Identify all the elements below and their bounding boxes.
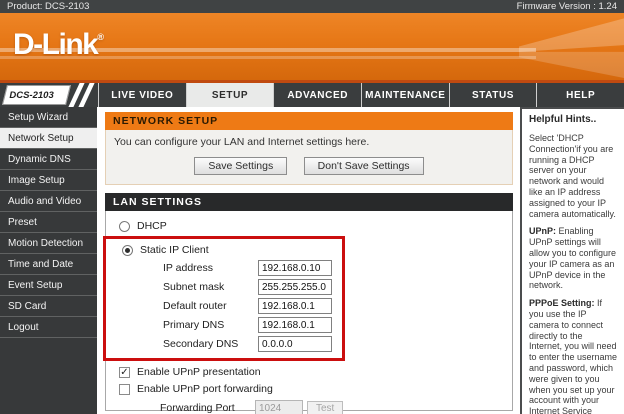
upnp-port-forwarding-checkbox-icon[interactable] [119,384,130,395]
test-button[interactable]: Test [307,401,343,414]
subnet-mask-label: Subnet mask [163,281,258,293]
forwarding-port-field[interactable] [255,400,303,414]
network-setup-section: NETWORK SETUP You can configure your LAN… [105,112,513,185]
static-ip-highlight-box: Static IP Client IP address Subnet mask … [103,236,345,361]
settings-buttons: Save Settings Don't Save Settings [114,156,504,175]
tab-help[interactable]: HELP [536,83,624,107]
primary-dns-label: Primary DNS [163,319,258,331]
sidebar-item-audio-and-video[interactable]: Audio and Video [0,191,97,212]
static-ip-label: Static IP Client [140,244,209,256]
hints-title: Helpful Hints.. [529,114,618,126]
sidebar-item-sd-card[interactable]: SD Card [0,296,97,317]
tab-maintenance[interactable]: MAINTENANCE [361,83,449,107]
upnp-presentation-label: Enable UPnP presentation [137,366,261,378]
sidebar-item-setup-wizard[interactable]: Setup Wizard [0,107,97,128]
subnet-mask-row: Subnet mask [163,279,342,295]
sidebar-menu: Setup Wizard Network Setup Dynamic DNS I… [0,107,97,414]
static-ip-radio-icon[interactable] [122,245,133,256]
lan-settings-section: LAN SETTINGS DHCP Static IP Client IP ad… [105,193,513,411]
secondary-dns-row: Secondary DNS [163,336,342,352]
dlink-logo: D-Link® [13,28,104,62]
primary-dns-row: Primary DNS [163,317,342,333]
forwarding-port-label: Forwarding Port [160,402,255,414]
default-router-row: Default router [163,298,342,314]
sidebar-item-logout[interactable]: Logout [0,317,97,338]
helpful-hints-panel: Helpful Hints.. Select 'DHCP Connection'… [520,107,624,414]
main-content: NETWORK SETUP You can configure your LAN… [97,107,520,414]
top-status-bar: Product: DCS-2103 Firmware Version : 1.2… [0,0,624,13]
network-setup-title: NETWORK SETUP [105,112,513,130]
sidebar-item-network-setup[interactable]: Network Setup [0,128,97,149]
dont-save-settings-button[interactable]: Don't Save Settings [304,157,424,175]
dhcp-radio-icon[interactable] [119,221,130,232]
ip-address-field[interactable] [258,260,332,276]
dhcp-label: DHCP [137,220,167,232]
static-ip-option[interactable]: Static IP Client [122,244,342,256]
upnp-port-forwarding-option[interactable]: Enable UPnP port forwarding [119,383,506,395]
sidebar-item-motion-detection[interactable]: Motion Detection [0,233,97,254]
forwarding-port-row: Forwarding Port Test [160,400,506,414]
primary-dns-field[interactable] [258,317,332,333]
secondary-dns-field[interactable] [258,336,332,352]
firmware-label: Firmware Version : 1.24 [517,1,617,12]
upnp-port-forwarding-label: Enable UPnP port forwarding [137,383,273,395]
tab-live-video[interactable]: LIVE VIDEO [98,83,186,107]
main-nav: DCS-2103 LIVE VIDEO SETUP ADVANCED MAINT… [0,83,624,107]
secondary-dns-label: Secondary DNS [163,338,258,350]
model-badge: DCS-2103 [2,85,71,105]
banner-wedges [519,13,624,80]
dhcp-option[interactable]: DHCP [119,220,506,232]
network-setup-description: You can configure your LAN and Internet … [114,136,504,148]
sidebar-item-image-setup[interactable]: Image Setup [0,170,97,191]
lan-settings-title: LAN SETTINGS [105,193,513,211]
tab-setup[interactable]: SETUP [186,83,274,107]
default-router-field[interactable] [258,298,332,314]
hints-paragraph-upnp: UPnP: Enabling UPnP settings will allow … [529,226,618,291]
network-setup-body: You can configure your LAN and Internet … [105,130,513,185]
default-router-label: Default router [163,300,258,312]
hints-paragraph-pppoe: PPPoE Setting: If you use the IP camera … [529,298,618,414]
product-label: Product: DCS-2103 [7,1,89,12]
ip-address-label: IP address [163,262,258,274]
tab-status[interactable]: STATUS [449,83,537,107]
hints-pppoe-lead: PPPoE Setting: [529,298,595,308]
save-settings-button[interactable]: Save Settings [194,157,287,175]
nav-slashes-icon [74,83,94,107]
tab-advanced[interactable]: ADVANCED [273,83,361,107]
brand-banner: D-Link® [0,13,624,80]
sidebar-item-dynamic-dns[interactable]: Dynamic DNS [0,149,97,170]
upnp-presentation-checkbox-icon[interactable]: ✓ [119,367,130,378]
ip-address-row: IP address [163,260,342,276]
app-window: Product: DCS-2103 Firmware Version : 1.2… [0,0,624,414]
hints-upnp-lead: UPnP: [529,226,556,236]
registered-mark: ® [97,32,104,42]
subnet-mask-field[interactable] [258,279,332,295]
sidebar-item-time-and-date[interactable]: Time and Date [0,254,97,275]
sidebar-item-preset[interactable]: Preset [0,212,97,233]
hints-paragraph-dhcp: Select 'DHCP Connection'if you are runni… [529,133,618,219]
nav-tabs: LIVE VIDEO SETUP ADVANCED MAINTENANCE ST… [98,83,624,107]
upnp-presentation-option[interactable]: ✓ Enable UPnP presentation [119,366,506,378]
lan-settings-body: DHCP Static IP Client IP address Subnet … [105,211,513,411]
sidebar-item-event-setup[interactable]: Event Setup [0,275,97,296]
